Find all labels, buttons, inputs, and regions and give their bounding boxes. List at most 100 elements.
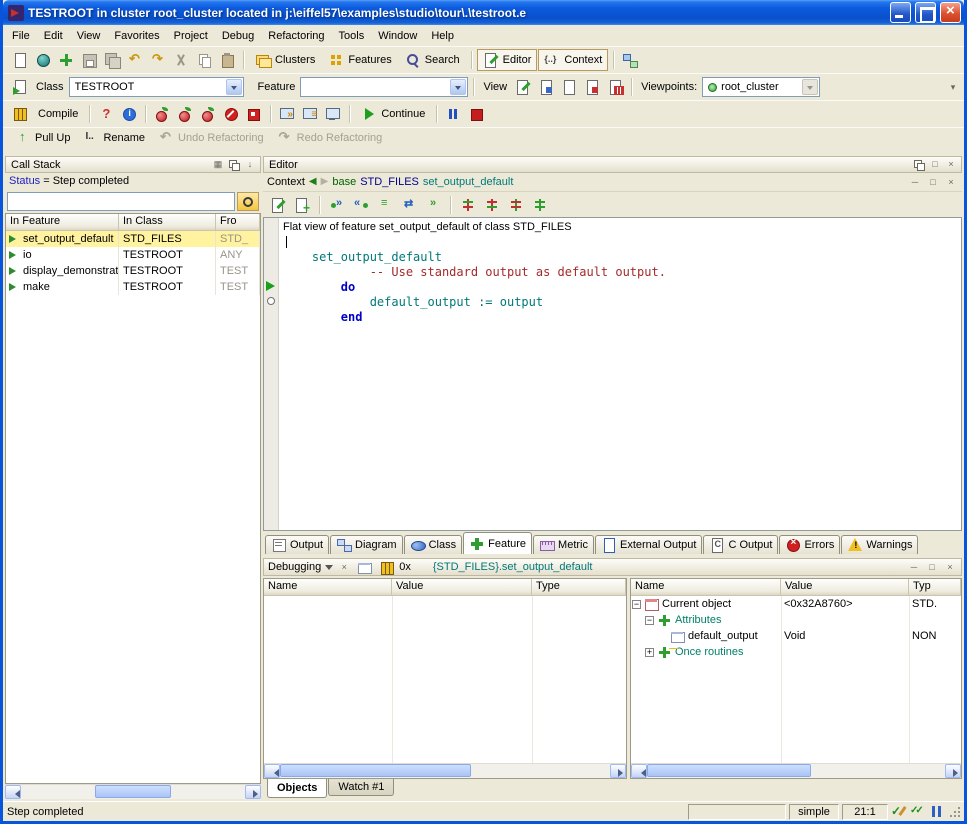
pause-button[interactable] <box>442 103 464 125</box>
objects-grid-button[interactable] <box>355 559 373 575</box>
view-contract-button[interactable] <box>581 76 603 98</box>
breadcrumb-cluster[interactable]: base <box>332 176 356 188</box>
tab-output[interactable]: Output <box>265 535 329 554</box>
suppliers-button[interactable] <box>529 194 551 216</box>
scroll-left-icon[interactable] <box>631 764 647 778</box>
resize-grip[interactable] <box>948 804 962 820</box>
redo-refactoring-button[interactable]: Redo Refactoring <box>271 127 389 149</box>
step-over-button[interactable] <box>299 103 321 125</box>
editor-gutter[interactable] <box>264 218 279 530</box>
assigners-button[interactable] <box>374 194 396 216</box>
menu-item-refactoring[interactable]: Refactoring <box>261 28 331 44</box>
scroll-left-icon[interactable] <box>264 764 280 778</box>
column-header-value[interactable]: Value <box>392 579 532 596</box>
close-pane-icon[interactable]: × <box>943 561 957 574</box>
breadcrumb-class[interactable]: STD_FILES <box>360 176 419 188</box>
maximize-pane-icon[interactable]: □ <box>925 561 939 574</box>
breakpoint-slot-icon[interactable] <box>267 297 275 305</box>
close-view-icon[interactable]: × <box>337 561 351 574</box>
chevron-down-icon[interactable] <box>450 79 466 95</box>
column-header-in-class[interactable]: In Class <box>119 214 216 231</box>
tab-metric[interactable]: Metric <box>533 535 594 554</box>
open-button[interactable] <box>32 49 54 71</box>
chevron-down-icon[interactable] <box>325 565 333 574</box>
column-header-type[interactable]: Type <box>532 579 626 596</box>
breadcrumb-feature[interactable]: set_output_default <box>423 176 514 188</box>
maximize-pane-icon[interactable]: □ <box>928 158 942 171</box>
view-interface-button[interactable] <box>604 76 626 98</box>
scroll-right-icon[interactable] <box>610 764 626 778</box>
search-button[interactable]: Search <box>399 49 466 71</box>
console-button[interactable] <box>377 559 395 575</box>
column-header-name[interactable]: Name <box>264 579 392 596</box>
scroll-track[interactable] <box>280 764 610 778</box>
scroll-left-icon[interactable] <box>5 785 21 799</box>
object-tree-row[interactable]: −Current object<0x32A8760>STD. <box>631 596 961 612</box>
watch-grid-body[interactable] <box>264 596 626 763</box>
code-editor[interactable]: Flat view of feature set_output_default … <box>263 217 962 531</box>
clusters-button[interactable]: Clusters <box>249 49 321 71</box>
cut-button[interactable] <box>170 49 192 71</box>
stack-depth-input[interactable] <box>7 192 235 211</box>
menu-item-file[interactable]: File <box>5 28 37 44</box>
call-stack-row[interactable]: ioTESTROOTANY <box>6 247 260 263</box>
save-stack-icon[interactable]: ▦ <box>211 158 225 171</box>
object-tree-row[interactable]: −Attributes <box>631 612 961 628</box>
float-pane-icon[interactable] <box>227 158 241 171</box>
tab-watch-1[interactable]: Watch #1 <box>328 779 394 796</box>
scroll-thumb[interactable] <box>647 764 811 777</box>
features-button[interactable]: Features <box>322 49 397 71</box>
feature-combobox[interactable] <box>300 77 468 97</box>
minimize-pane-icon[interactable]: ─ <box>908 176 922 189</box>
diagram-tool-button[interactable] <box>619 49 641 71</box>
menu-item-view[interactable]: View <box>70 28 108 44</box>
step-into-button[interactable] <box>276 103 298 125</box>
pull-up-button[interactable]: Pull Up <box>9 127 76 149</box>
menu-item-project[interactable]: Project <box>167 28 215 44</box>
stack-options-button[interactable] <box>237 192 259 211</box>
history-back-icon[interactable]: ◀ <box>309 177 317 187</box>
tab-external-output[interactable]: External Output <box>595 535 702 554</box>
new-feature-button[interactable] <box>291 194 313 216</box>
tab-objects[interactable]: Objects <box>267 779 327 798</box>
run-ignore-button[interactable] <box>197 103 219 125</box>
ancestors-button[interactable] <box>457 194 479 216</box>
paste-button[interactable] <box>216 49 238 71</box>
call-stack-row[interactable]: set_output_defaultSTD_FILESSTD_ <box>6 231 260 247</box>
objects-grid-body[interactable]: −Current object<0x32A8760>STD.−Attribute… <box>631 596 961 763</box>
stop-points-button[interactable] <box>220 103 242 125</box>
class-combobox[interactable]: TESTROOT <box>69 77 244 97</box>
continue-button[interactable]: Continue <box>355 103 431 125</box>
call-stack-row[interactable]: makeTESTROOTTEST <box>6 279 260 295</box>
implementers-button[interactable] <box>422 194 444 216</box>
object-tree-row[interactable]: default_outputVoidNON <box>631 628 961 644</box>
column-header-type[interactable]: Typ <box>909 579 961 596</box>
tree-expander[interactable]: − <box>632 600 641 609</box>
close-button[interactable] <box>940 2 961 23</box>
send-to-button[interactable] <box>9 76 31 98</box>
scroll-thumb[interactable] <box>280 764 471 777</box>
clients-button[interactable] <box>505 194 527 216</box>
info-button[interactable] <box>118 103 140 125</box>
close-pane-icon[interactable]: × <box>944 158 958 171</box>
callers-button[interactable] <box>326 194 348 216</box>
melt-button[interactable] <box>9 103 31 125</box>
object-tree-row[interactable]: +Once routines <box>631 644 961 660</box>
add-button[interactable] <box>55 49 77 71</box>
tree-expander[interactable]: + <box>645 648 654 657</box>
float-pane-icon[interactable] <box>912 158 926 171</box>
run-no-stop-button[interactable] <box>174 103 196 125</box>
undo-button[interactable] <box>124 49 146 71</box>
scroll-right-icon[interactable] <box>945 764 961 778</box>
descendants-button[interactable] <box>481 194 503 216</box>
minimize-pane-icon[interactable]: ─ <box>907 561 921 574</box>
tab-warnings[interactable]: Warnings <box>841 535 918 554</box>
objects-grid-hscrollbar[interactable] <box>631 763 961 778</box>
run-button[interactable] <box>151 103 173 125</box>
menu-item-edit[interactable]: Edit <box>37 28 70 44</box>
column-header-value[interactable]: Value <box>781 579 909 596</box>
new-document-button[interactable] <box>9 49 31 71</box>
callees-button[interactable] <box>350 194 372 216</box>
tab-feature[interactable]: Feature <box>463 532 532 554</box>
stop-button[interactable] <box>465 103 487 125</box>
